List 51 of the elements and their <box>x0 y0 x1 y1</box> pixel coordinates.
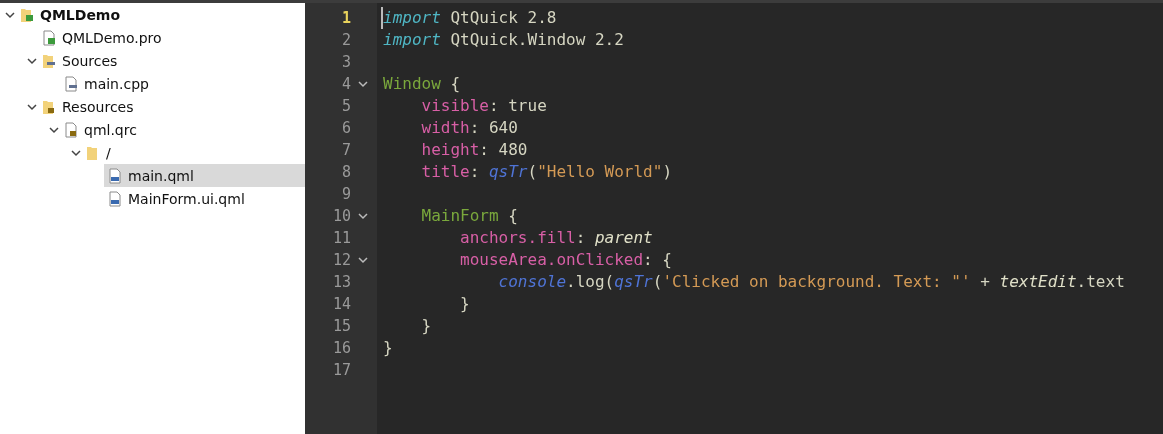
project-file-icon <box>41 29 57 46</box>
tree-item[interactable]: Resources <box>38 95 305 118</box>
fold-chevron-icon[interactable] <box>357 78 369 90</box>
code-line: height: 480 <box>420 139 529 161</box>
fold-chevron-icon[interactable] <box>357 210 369 222</box>
code-line: width: 640 <box>420 117 519 139</box>
code-line: MainForm { <box>420 205 519 227</box>
line-number: 1 <box>340 9 351 27</box>
tree-item[interactable]: main.cpp <box>60 72 305 95</box>
code-line: import QtQuick.Window 2.2 <box>382 29 625 51</box>
code-line: mouseArea.onClicked: { <box>459 249 673 271</box>
code-line: } <box>459 293 471 315</box>
source-folder-icon <box>41 52 57 69</box>
line-number: 16 <box>331 339 351 357</box>
code-line: Window { <box>382 73 462 95</box>
line-number: 9 <box>340 185 351 203</box>
tree-item[interactable]: qml.qrc <box>60 118 305 141</box>
tree-item[interactable]: main.qml <box>104 164 305 187</box>
tree-item[interactable]: QMLDemo.pro <box>38 26 305 49</box>
qml-file-icon <box>107 190 123 207</box>
code-line: anchors.fill: parent <box>459 227 654 249</box>
qml-file-icon <box>107 167 123 184</box>
code-line: } <box>382 337 394 359</box>
cpp-file-icon <box>63 75 79 92</box>
code-line: console.log(qsTr('Clicked on background. Text: "' + textEdit.text <box>497 271 1126 293</box>
code-line: } <box>420 315 433 337</box>
project-folder-icon <box>19 6 35 23</box>
line-number: 11 <box>331 229 351 247</box>
line-number: 14 <box>331 295 351 313</box>
code-line: visible: true <box>420 95 548 117</box>
line-number: 12 <box>331 251 351 269</box>
resource-file-icon <box>63 121 79 138</box>
tree-item[interactable]: QMLDemo <box>16 3 305 26</box>
resource-folder-icon <box>41 98 57 115</box>
line-number: 5 <box>340 97 351 115</box>
line-number: 8 <box>340 163 351 181</box>
line-number: 15 <box>331 317 351 335</box>
tree-item[interactable]: / <box>82 141 305 164</box>
tree-item[interactable]: Sources <box>38 49 305 72</box>
code-line: import QtQuick 2.8 <box>381 7 1163 29</box>
code-line: title: qsTr("Hello World") <box>420 161 673 183</box>
tree-item[interactable]: MainForm.ui.qml <box>104 187 305 210</box>
line-number: 6 <box>340 119 351 137</box>
line-number: 10 <box>331 207 351 225</box>
line-number: 4 <box>340 75 351 93</box>
line-number: 7 <box>340 141 351 159</box>
line-number: 3 <box>340 53 351 71</box>
fold-chevron-icon[interactable] <box>357 254 369 266</box>
line-number: 17 <box>331 361 351 379</box>
line-number: 2 <box>340 31 351 49</box>
line-number: 13 <box>331 273 351 291</box>
